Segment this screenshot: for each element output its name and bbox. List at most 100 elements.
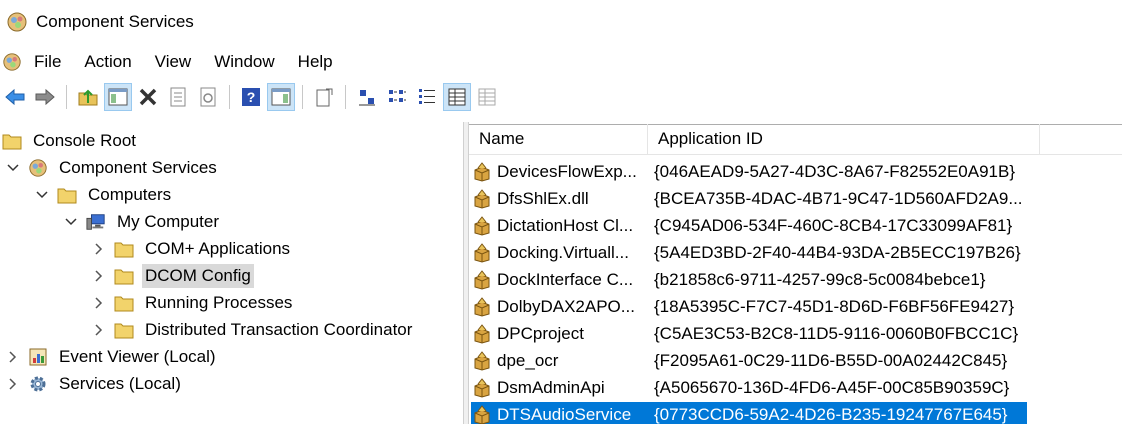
chevron-down-icon[interactable] — [6, 161, 20, 175]
tree-item-event-viewer[interactable]: Event Viewer (Local) — [6, 344, 219, 370]
dcom-app-box-icon — [471, 161, 493, 183]
list-item-name: DTSAudioService — [497, 405, 632, 424]
list-item-appid: {A5065670-136D-4FD6-A45F-00C85B90359C} — [654, 378, 1010, 397]
title-bar: Component Services — [0, 0, 1122, 44]
chevron-right-icon[interactable] — [6, 350, 20, 364]
folder-icon — [114, 266, 134, 286]
tree-item-dcom-config[interactable]: DCOM Config — [92, 263, 254, 289]
list-item[interactable]: DfsShlEx.dll {BCEA735B-4DAC-4B71-9C47-1D… — [471, 186, 1027, 212]
detail-view-icon[interactable] — [443, 83, 471, 111]
large-icons-view-icon[interactable] — [354, 84, 380, 110]
tree-item-console-root[interactable]: Console Root — [2, 128, 139, 154]
back-arrow-icon[interactable] — [2, 84, 28, 110]
dcom-app-box-icon — [471, 188, 493, 210]
list-item-appid: {046AEAD9-5A27-4D3C-8A67-F82552E0A91B} — [654, 162, 1016, 181]
list-item-appid: {BCEA735B-4DAC-4B71-9C47-1D560AFD2A9... — [654, 189, 1023, 208]
list-item[interactable]: Docking.Virtuall... {5A4ED3BD-2F40-44B4-… — [471, 240, 1027, 266]
list-item[interactable]: DsmAdminApi {A5065670-136D-4FD6-A45F-00C… — [471, 375, 1027, 401]
window-title: Component Services — [36, 12, 194, 31]
event-viewer-icon — [28, 347, 48, 367]
menu-bar: File Action View Window Help — [0, 46, 1122, 78]
refresh-icon[interactable] — [195, 84, 221, 110]
tree-item-label: Services (Local) — [59, 374, 181, 393]
show-hide-console-tree-icon[interactable] — [104, 83, 132, 111]
list-item[interactable]: DockInterface C... {b21858c6-9711-4257-9… — [471, 267, 1027, 293]
list-item[interactable]: DolbyDAX2APO... {18A5395C-F7C7-45D1-8D6D… — [471, 294, 1027, 320]
svg-text:?: ? — [247, 89, 256, 105]
console-tree: Console Root Component Services Computer… — [0, 124, 463, 424]
list-item-name: DsmAdminApi — [497, 378, 605, 397]
chevron-down-icon[interactable] — [35, 188, 49, 202]
export-list-icon[interactable] — [311, 84, 337, 110]
list-item-name: DevicesFlowExp... — [497, 162, 637, 181]
column-header-name[interactable]: Name — [469, 124, 648, 154]
system-menu-icon[interactable] — [2, 52, 22, 72]
details-list: Name Application ID DevicesFlowExp... {0… — [469, 124, 1122, 424]
dcom-app-box-icon — [471, 215, 493, 237]
toolbar-separator — [302, 85, 303, 109]
chevron-right-icon[interactable] — [6, 377, 20, 391]
list-item[interactable]: DictationHost Cl... {C945AD06-534F-460C-… — [471, 213, 1027, 239]
list-item-name: DockInterface C... — [497, 270, 634, 289]
up-folder-icon[interactable] — [75, 84, 101, 110]
menu-help[interactable]: Help — [298, 52, 333, 72]
services-gear-icon — [28, 374, 48, 394]
tree-item-computers[interactable]: Computers — [35, 182, 174, 208]
list-item-appid: {18A5395C-F7C7-45D1-8D6D-F6BF56FE9427} — [654, 297, 1015, 316]
list-item-name: DPCproject — [497, 324, 584, 343]
tree-item-label: Distributed Transaction Coordinator — [145, 320, 413, 339]
tree-item-distributed-transaction-coordinator[interactable]: Distributed Transaction Coordinator — [92, 317, 415, 343]
list-item[interactable]: DPCproject {C5AE3C53-B2C8-11D5-9116-0060… — [471, 321, 1027, 347]
help-icon[interactable]: ? — [238, 84, 264, 110]
tree-item-label: Running Processes — [145, 293, 293, 312]
list-view-icon[interactable] — [414, 84, 440, 110]
tree-item-label: Event Viewer (Local) — [59, 347, 216, 366]
chevron-right-icon[interactable] — [92, 242, 106, 256]
delete-icon[interactable] — [135, 84, 161, 110]
list-item-selected[interactable]: DTSAudioService {0773CCD6-59A2-4D26-B235… — [471, 402, 1027, 424]
tree-item-running-processes[interactable]: Running Processes — [92, 290, 295, 316]
tree-item-my-computer[interactable]: My Computer — [64, 209, 222, 235]
chevron-right-icon[interactable] — [92, 269, 106, 283]
folder-icon — [114, 293, 134, 313]
tree-item-com-plus-applications[interactable]: COM+ Applications — [92, 236, 293, 262]
tree-item-label: Console Root — [33, 131, 137, 150]
forward-arrow-icon[interactable] — [32, 84, 58, 110]
toolbar-separator — [345, 85, 346, 109]
list-item[interactable]: DevicesFlowExp... {046AEAD9-5A27-4D3C-8A… — [471, 159, 1027, 185]
menu-file[interactable]: File — [34, 52, 61, 72]
tree-item-label: Computers — [88, 185, 172, 204]
folder-icon — [57, 185, 77, 205]
component-services-icon — [28, 158, 48, 178]
menu-window[interactable]: Window — [214, 52, 274, 72]
tree-item-component-services[interactable]: Component Services — [6, 155, 220, 181]
chevron-right-icon[interactable] — [92, 323, 106, 337]
status-view-icon[interactable] — [474, 84, 500, 110]
show-hide-action-pane-icon[interactable] — [267, 83, 295, 111]
list-item-name: DfsShlEx.dll — [497, 189, 589, 208]
menu-action[interactable]: Action — [84, 52, 131, 72]
chevron-down-icon[interactable] — [64, 215, 78, 229]
tree-item-label: DCOM Config — [142, 264, 254, 288]
tree-item-label: Component Services — [59, 158, 217, 177]
menu-view[interactable]: View — [155, 52, 192, 72]
column-header-application-id[interactable]: Application ID — [648, 124, 1040, 154]
component-services-app-icon — [6, 11, 28, 33]
dcom-app-box-icon — [471, 296, 493, 318]
list-item-appid: {C5AE3C53-B2C8-11D5-9116-0060B0FBCC1C} — [654, 324, 1019, 343]
toolbar: ? — [0, 80, 1122, 114]
list-item-appid: {5A4ED3BD-2F40-44B4-93DA-2B5ECC197B26} — [654, 243, 1021, 262]
toolbar-separator — [66, 85, 67, 109]
dcom-app-box-icon — [471, 269, 493, 291]
tree-item-label: COM+ Applications — [145, 239, 291, 258]
list-item-appid: {F2095A61-0C29-11D6-B55D-00A02442C845} — [654, 351, 1008, 370]
small-icons-view-icon[interactable] — [384, 84, 410, 110]
list-item-appid: {b21858c6-9711-4257-99c8-5c0084bebce1} — [654, 270, 986, 289]
dcom-app-box-icon — [471, 242, 493, 264]
list-item[interactable]: dpe_ocr {F2095A61-0C29-11D6-B55D-00A0244… — [471, 348, 1027, 374]
chevron-right-icon[interactable] — [92, 296, 106, 310]
dcom-app-box-icon — [471, 377, 493, 399]
my-computer-icon — [86, 212, 106, 232]
tree-item-services[interactable]: Services (Local) — [6, 371, 184, 397]
properties-icon[interactable] — [165, 84, 191, 110]
